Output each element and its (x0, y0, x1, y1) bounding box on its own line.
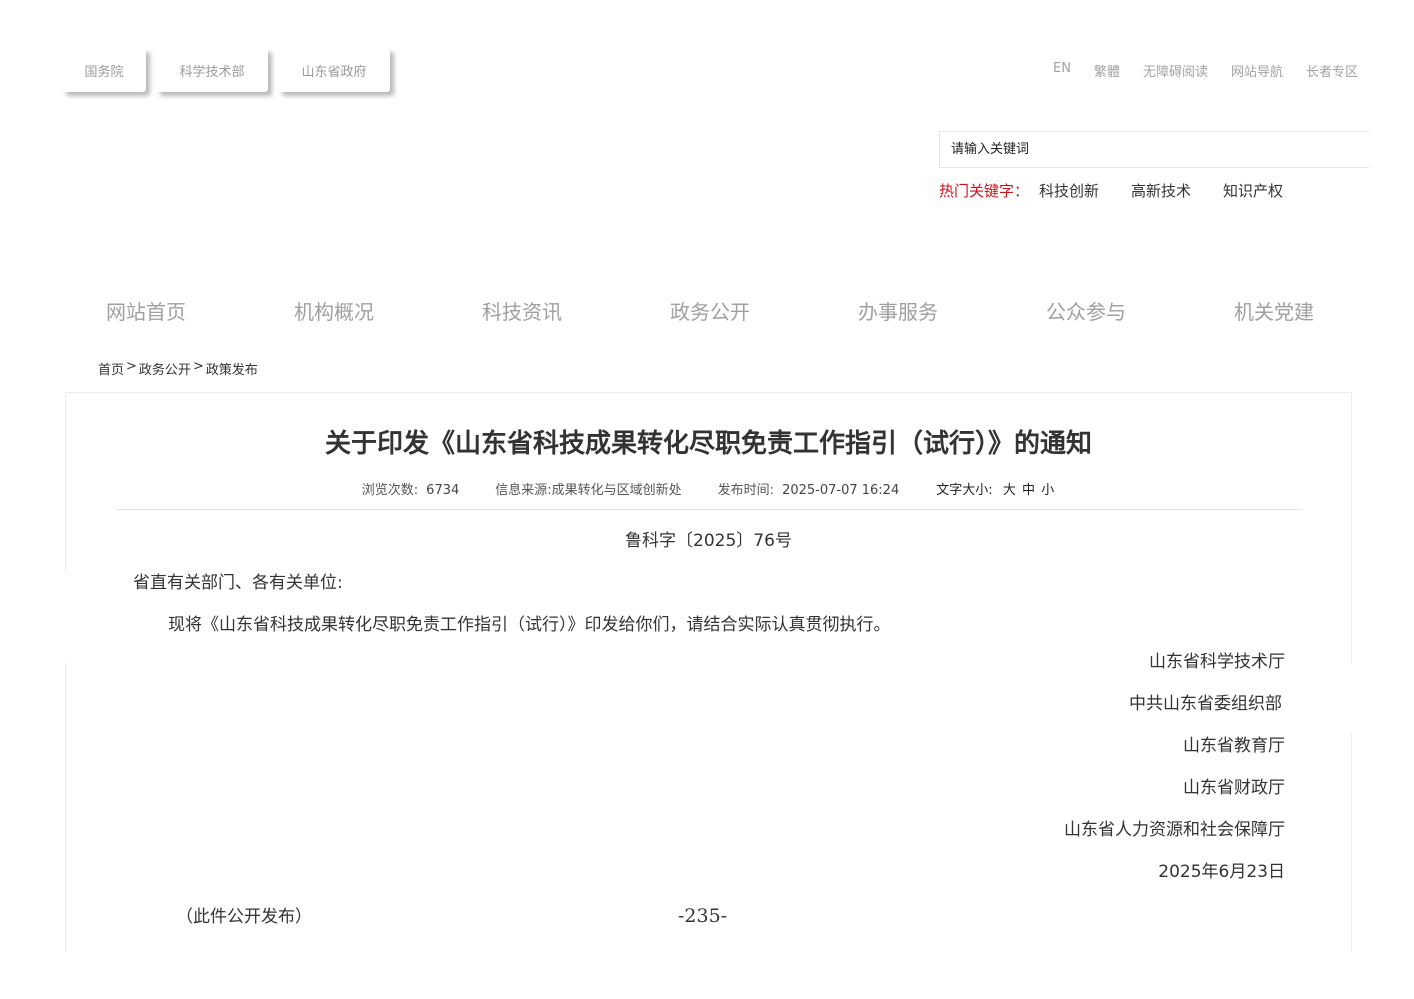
util-link-accessibility[interactable]: 无障碍阅读 (1143, 61, 1208, 80)
nav-item-public-participation[interactable]: 公众参与 (992, 296, 1180, 325)
salutation: 省直有关部门、各有关单位: (133, 573, 343, 593)
hot-keyword-high-tech[interactable]: 高新技术 (1131, 180, 1191, 201)
top-links: 国务院 科学技术部 山东省政府 (62, 48, 400, 92)
font-size-small[interactable]: 小 (1041, 483, 1054, 498)
nav-item-organization[interactable]: 机构概况 (240, 296, 428, 325)
utility-links: EN 繁體 无障碍阅读 网站导航 长者专区 (1053, 61, 1358, 80)
meta-views: 浏览次数: 6734 (362, 479, 459, 498)
hot-keyword-ip[interactable]: 知识产权 (1223, 180, 1283, 201)
nav-item-tech-news[interactable]: 科技资讯 (428, 296, 616, 325)
top-link-shandong-gov[interactable]: 山东省政府 (278, 48, 390, 92)
meta-source-label: 信息来源: (495, 483, 552, 498)
article-meta: 浏览次数: 6734 信息来源:成果转化与区域创新处 发布时间: 2025-07-0… (66, 479, 1351, 498)
top-link-state-council[interactable]: 国务院 (62, 48, 146, 92)
breadcrumb-separator: > (126, 359, 137, 374)
signers: 山东省科学技术厅 中共山东省委组织部 山东省教育厅 山东省财政厅 山东省人力资源… (1064, 651, 1285, 903)
main-nav: 网站首页 机构概况 科技资讯 政务公开 办事服务 公众参与 机关党建 (52, 296, 1368, 325)
meta-font-label: 文字大小: (936, 483, 993, 498)
util-link-sitemap[interactable]: 网站导航 (1231, 61, 1283, 80)
frame-gap-right (1349, 663, 1355, 733)
util-link-traditional[interactable]: 繁體 (1094, 61, 1120, 80)
breadcrumb: 首页 > 政务公开 > 政策发布 (98, 359, 258, 378)
meta-font-size: 文字大小: 大 中 小 (935, 479, 1055, 498)
signer-org-dept: 中共山东省委组织部 (1129, 694, 1282, 714)
nav-item-gov-affairs[interactable]: 政务公开 (616, 296, 804, 325)
util-link-elderly[interactable]: 长者专区 (1306, 61, 1358, 80)
publication-note: （此件公开发布） (176, 907, 312, 927)
meta-time-label: 发布时间: (717, 483, 775, 498)
meta-views-label: 浏览次数: (361, 483, 419, 498)
hot-keyword-tech-innovation[interactable]: 科技创新 (1039, 180, 1099, 201)
article-title: 关于印发《山东省科技成果转化尽职免责工作指引（试行）》的通知 (324, 429, 1092, 459)
font-size-large[interactable]: 大 (1003, 483, 1016, 498)
search-box (939, 131, 1369, 168)
meta-time: 发布时间: 2025-07-07 16:24 (718, 479, 900, 498)
signer-hr-dept: 山东省人力资源和社会保障厅 (1064, 820, 1285, 840)
page-number: -235- (678, 905, 728, 927)
document-number: 鲁科字〔2025〕76号 (625, 531, 792, 551)
breadcrumb-policy[interactable]: 政策发布 (206, 359, 258, 378)
breadcrumb-separator: > (192, 359, 204, 374)
nav-item-home[interactable]: 网站首页 (52, 296, 240, 325)
breadcrumb-gov-affairs[interactable]: 政务公开 (139, 359, 191, 378)
meta-source: 信息来源:成果转化与区域创新处 (495, 479, 681, 498)
meta-time-value: 2025-07-07 16:24 (782, 483, 900, 498)
hot-keywords: 热门关键字： 科技创新 高新技术 知识产权 (939, 180, 1315, 201)
meta-views-value: 6734 (426, 483, 460, 498)
breadcrumb-home[interactable]: 首页 (98, 359, 124, 378)
util-link-en[interactable]: EN (1053, 61, 1071, 80)
article-panel: 关于印发《山东省科技成果转化尽职免责工作指引（试行）》的通知 浏览次数: 6734… (65, 392, 1352, 952)
font-size-medium[interactable]: 中 (1022, 483, 1035, 498)
nav-item-services[interactable]: 办事服务 (804, 296, 992, 325)
signer-finance-dept: 山东省财政厅 (1183, 778, 1285, 798)
hot-keywords-label: 热门关键字： (939, 182, 1030, 200)
search-input[interactable] (940, 132, 1270, 167)
signing-date: 2025年6月23日 (1158, 862, 1285, 882)
signer-education-dept: 山东省教育厅 (1183, 736, 1285, 756)
article-body: 现将《山东省科技成果转化尽职免责工作指引（试行）》印发给你们，请结合实际认真贯彻… (168, 615, 891, 635)
signer-science-dept: 山东省科学技术厅 (1149, 652, 1285, 672)
nav-item-party-building[interactable]: 机关党建 (1180, 296, 1368, 325)
top-link-most[interactable]: 科学技术部 (156, 48, 268, 92)
frame-gap-left (63, 573, 69, 663)
meta-source-value: 成果转化与区域创新处 (551, 483, 682, 498)
meta-divider (116, 509, 1302, 510)
search-button[interactable] (1270, 132, 1366, 167)
